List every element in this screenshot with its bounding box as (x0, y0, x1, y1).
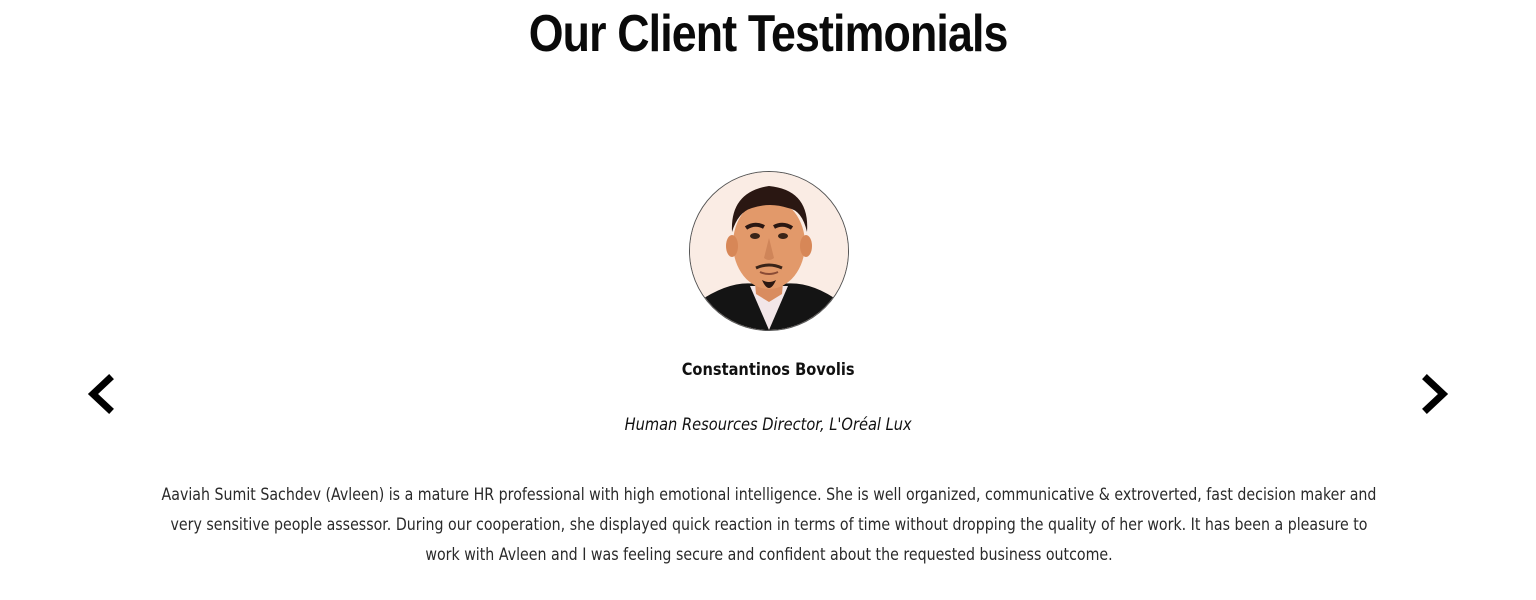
chevron-right-icon (1422, 374, 1449, 414)
testimonial-quote: Aaviah Sumit Sachdev (Avleen) is a matur… (161, 485, 1377, 564)
testimonial-author-name: Constantinos Bovolis (681, 360, 855, 380)
section-title: Our Client Testimonials (528, 5, 1009, 63)
avatar (689, 171, 849, 331)
carousel-next-button[interactable] (1416, 372, 1456, 416)
testimonial-author-role: Human Resources Director, L'Oréal Lux (624, 415, 912, 435)
person-portrait (690, 172, 848, 330)
testimonials-section: Our Client Testimonials Constantinos Bov… (0, 0, 1536, 600)
